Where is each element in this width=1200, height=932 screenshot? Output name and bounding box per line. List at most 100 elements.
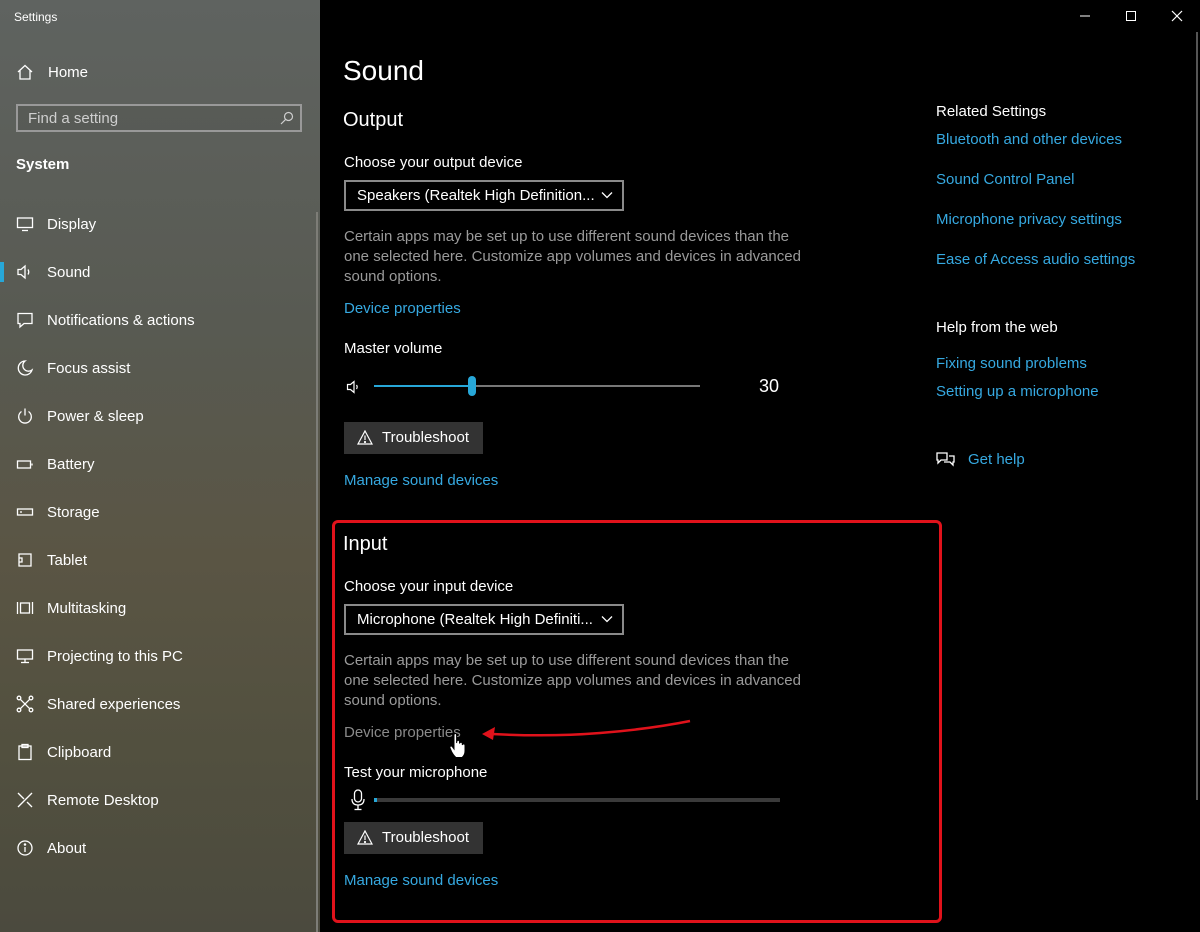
input-device-label: Choose your input device bbox=[344, 578, 514, 595]
sidebar-scrollbar[interactable] bbox=[316, 212, 318, 932]
sidebar-item-label: Focus assist bbox=[47, 359, 131, 377]
main-scrollbar[interactable] bbox=[1196, 32, 1198, 800]
info-icon bbox=[17, 840, 33, 856]
sidebar-item-battery[interactable]: Battery bbox=[0, 444, 320, 484]
help-link-fixing-sound[interactable]: Fixing sound problems bbox=[936, 355, 1087, 372]
microphone-icon bbox=[351, 789, 365, 811]
help-from-web-heading: Help from the web bbox=[936, 319, 1058, 336]
chevron-down-icon bbox=[601, 192, 613, 199]
volume-icon[interactable] bbox=[346, 379, 362, 395]
sidebar-item-label: Sound bbox=[47, 263, 91, 281]
sidebar-item-label: Storage bbox=[47, 503, 100, 521]
sidebar-item-label: Projecting to this PC bbox=[47, 647, 183, 665]
sidebar-item-display[interactable]: Display bbox=[0, 204, 320, 244]
input-device-value: Microphone (Realtek High Definiti... bbox=[357, 611, 593, 628]
troubleshoot-label: Troubleshoot bbox=[382, 429, 469, 446]
page-title: Sound bbox=[343, 55, 424, 86]
active-indicator bbox=[0, 262, 4, 282]
monitor-icon bbox=[16, 217, 34, 232]
speaker-icon bbox=[17, 264, 30, 280]
search-box[interactable] bbox=[16, 104, 302, 132]
sidebar-item-home[interactable]: Home bbox=[0, 52, 320, 92]
home-icon bbox=[17, 64, 33, 80]
multitasking-icon bbox=[16, 602, 34, 614]
sidebar-item-label: Home bbox=[48, 63, 89, 81]
chevron-down-icon bbox=[601, 616, 613, 623]
annotation-arrow-icon bbox=[482, 719, 691, 740]
sidebar-item-focus-assist[interactable]: Focus assist bbox=[0, 348, 320, 388]
sidebar-item-shared-experiences[interactable]: Shared experiences bbox=[0, 684, 320, 724]
master-volume-slider[interactable] bbox=[374, 376, 700, 396]
sidebar-item-storage[interactable]: Storage bbox=[0, 492, 320, 532]
sidebar-item-multitasking[interactable]: Multitasking bbox=[0, 588, 320, 628]
output-troubleshoot-button[interactable]: Troubleshoot bbox=[344, 422, 483, 454]
output-description: Certain apps may be set up to use differ… bbox=[344, 228, 801, 285]
sidebar-item-projecting[interactable]: Projecting to this PC bbox=[0, 636, 320, 676]
master-volume-label: Master volume bbox=[344, 340, 443, 357]
sidebar-item-label: Clipboard bbox=[47, 743, 112, 761]
sidebar-item-label: Remote Desktop bbox=[47, 791, 159, 809]
sidebar-item-label: Battery bbox=[47, 455, 95, 473]
input-device-properties-link[interactable]: Device properties bbox=[344, 724, 461, 741]
sidebar: Settings Home System Display Sound Notif… bbox=[0, 0, 320, 932]
chat-help-icon bbox=[936, 452, 955, 467]
sidebar-item-sound[interactable]: Sound bbox=[0, 252, 320, 292]
sidebar-item-remote-desktop[interactable]: Remote Desktop bbox=[0, 780, 320, 820]
output-heading: Output bbox=[343, 109, 404, 131]
output-device-label: Choose your output device bbox=[344, 154, 523, 171]
sidebar-item-label: Power & sleep bbox=[47, 407, 144, 425]
search-icon[interactable] bbox=[280, 111, 294, 125]
input-heading: Input bbox=[343, 533, 388, 555]
troubleshoot-label: Troubleshoot bbox=[382, 829, 469, 846]
related-settings-heading: Related Settings bbox=[936, 103, 1047, 120]
warning-icon bbox=[357, 430, 373, 445]
output-manage-sound-devices-link[interactable]: Manage sound devices bbox=[344, 472, 498, 489]
sidebar-item-label: Tablet bbox=[47, 551, 88, 569]
input-description: Certain apps may be set up to use differ… bbox=[344, 652, 801, 709]
battery-icon bbox=[16, 460, 33, 469]
get-help-link[interactable]: Get help bbox=[968, 451, 1025, 468]
sidebar-item-tablet[interactable]: Tablet bbox=[0, 540, 320, 580]
sidebar-item-about[interactable]: About bbox=[0, 828, 320, 868]
related-link-microphone-privacy[interactable]: Microphone privacy settings bbox=[936, 211, 1122, 228]
sidebar-item-clipboard[interactable]: Clipboard bbox=[0, 732, 320, 772]
input-device-dropdown[interactable]: Microphone (Realtek High Definiti... bbox=[344, 604, 624, 635]
power-icon bbox=[18, 408, 32, 424]
projecting-icon bbox=[16, 649, 34, 664]
related-link-ease-of-access-audio[interactable]: Ease of Access audio settings bbox=[936, 251, 1135, 268]
search-input[interactable] bbox=[18, 106, 278, 130]
input-manage-sound-devices-link[interactable]: Manage sound devices bbox=[344, 872, 498, 889]
output-device-value: Speakers (Realtek High Definition... bbox=[357, 187, 595, 204]
slider-thumb[interactable] bbox=[468, 376, 476, 396]
help-link-setting-up-microphone[interactable]: Setting up a microphone bbox=[936, 383, 1099, 400]
minimize-button[interactable] bbox=[1062, 0, 1108, 32]
close-icon bbox=[1171, 10, 1183, 22]
input-troubleshoot-button[interactable]: Troubleshoot bbox=[344, 822, 483, 854]
tablet-icon bbox=[18, 553, 32, 567]
related-link-sound-control-panel[interactable]: Sound Control Panel bbox=[936, 171, 1074, 188]
master-volume-value: 30 bbox=[759, 376, 780, 396]
microphone-level-fill bbox=[374, 798, 377, 802]
close-button[interactable] bbox=[1154, 0, 1200, 32]
output-device-properties-link[interactable]: Device properties bbox=[344, 300, 461, 317]
notification-icon bbox=[17, 312, 33, 329]
microphone-level-meter bbox=[374, 798, 780, 802]
sidebar-item-label: Multitasking bbox=[47, 599, 127, 617]
sidebar-item-label: About bbox=[47, 839, 87, 857]
sidebar-item-label: Shared experiences bbox=[47, 695, 181, 713]
sidebar-item-notifications[interactable]: Notifications & actions bbox=[0, 300, 320, 340]
sidebar-item-power-sleep[interactable]: Power & sleep bbox=[0, 396, 320, 436]
moon-icon bbox=[17, 360, 34, 376]
maximize-button[interactable] bbox=[1108, 0, 1154, 32]
hand-cursor-icon bbox=[449, 733, 466, 758]
window-title: Settings bbox=[14, 10, 58, 24]
output-device-dropdown[interactable]: Speakers (Realtek High Definition... bbox=[344, 180, 624, 211]
sidebar-item-label: Notifications & actions bbox=[47, 311, 195, 329]
warning-icon bbox=[357, 830, 373, 845]
sidebar-item-label: Display bbox=[47, 215, 97, 233]
maximize-icon bbox=[1126, 11, 1136, 21]
related-link-bluetooth[interactable]: Bluetooth and other devices bbox=[936, 131, 1122, 148]
clipboard-icon bbox=[18, 743, 32, 761]
slider-fill bbox=[374, 385, 472, 387]
shared-experiences-icon bbox=[16, 695, 34, 713]
